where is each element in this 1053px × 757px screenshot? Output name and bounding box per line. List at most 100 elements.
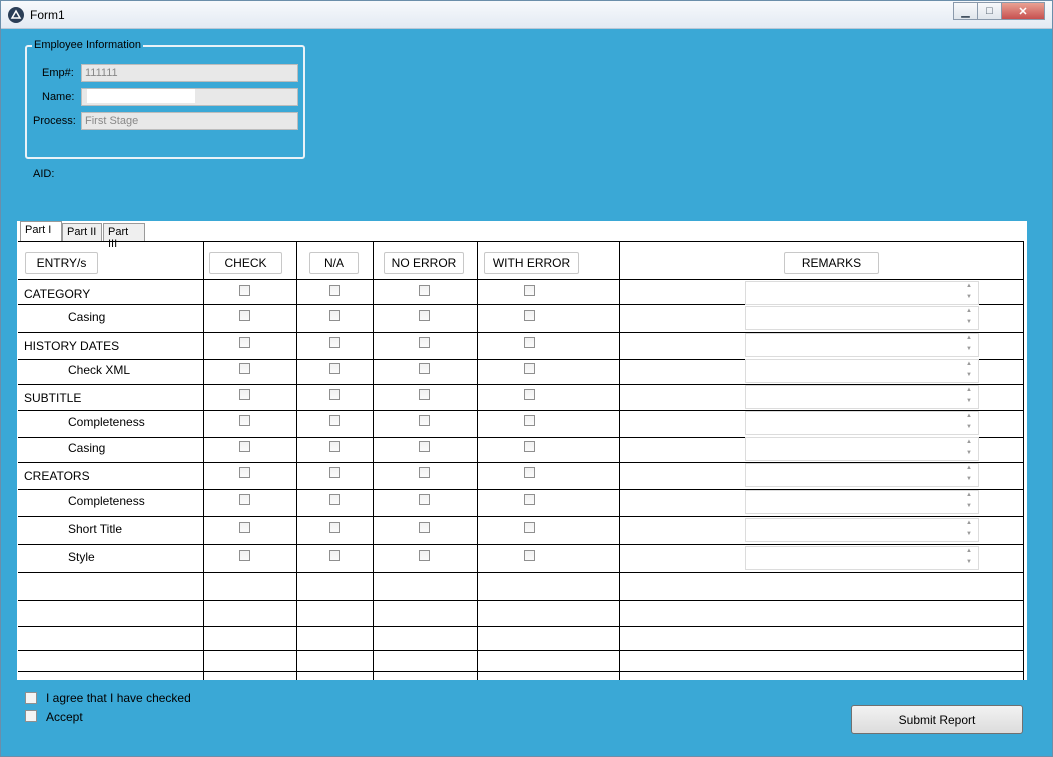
scroll-up-icon[interactable]: ▲ — [966, 520, 972, 526]
accept-checkbox[interactable] — [25, 710, 37, 722]
na-checkbox[interactable] — [329, 337, 340, 348]
scroll-up-icon[interactable]: ▲ — [966, 361, 972, 367]
scroll-up-icon[interactable]: ▲ — [966, 335, 972, 341]
tab-part-3[interactable]: Part III — [103, 223, 145, 250]
title-bar[interactable]: Form1 ▁ □ ✕ — [1, 1, 1052, 29]
check-checkbox[interactable] — [239, 389, 250, 400]
remarks-input[interactable]: ▲ ▼ — [745, 463, 979, 487]
with-error-checkbox[interactable] — [524, 550, 535, 561]
no-error-checkbox[interactable] — [419, 494, 430, 505]
remarks-scrollbar[interactable]: ▲ ▼ — [963, 307, 977, 329]
scroll-up-icon[interactable]: ▲ — [966, 465, 972, 471]
remarks-scrollbar[interactable]: ▲ ▼ — [963, 386, 977, 408]
check-checkbox[interactable] — [239, 310, 250, 321]
check-checkbox[interactable] — [239, 494, 250, 505]
scroll-down-icon[interactable]: ▼ — [966, 531, 972, 537]
no-error-checkbox[interactable] — [419, 337, 430, 348]
with-error-checkbox[interactable] — [524, 389, 535, 400]
na-checkbox[interactable] — [329, 550, 340, 561]
scroll-up-icon[interactable]: ▲ — [966, 548, 972, 554]
check-checkbox[interactable] — [239, 415, 250, 426]
remarks-input[interactable]: ▲ ▼ — [745, 518, 979, 542]
process-field[interactable]: First Stage — [81, 112, 298, 130]
scroll-up-icon[interactable]: ▲ — [966, 492, 972, 498]
remarks-input[interactable]: ▲ ▼ — [745, 437, 979, 461]
remarks-scrollbar[interactable]: ▲ ▼ — [963, 519, 977, 541]
scroll-up-icon[interactable]: ▲ — [966, 439, 972, 445]
no-error-checkbox[interactable] — [419, 550, 430, 561]
with-error-checkbox[interactable] — [524, 522, 535, 533]
tab-part-1[interactable]: Part I — [20, 221, 62, 241]
close-button[interactable]: ✕ — [1001, 2, 1045, 20]
maximize-button[interactable]: □ — [977, 2, 1002, 20]
remarks-input[interactable]: ▲ ▼ — [745, 490, 979, 514]
no-error-checkbox[interactable] — [419, 389, 430, 400]
scroll-up-icon[interactable]: ▲ — [966, 308, 972, 314]
check-checkbox[interactable] — [239, 522, 250, 533]
no-error-checkbox[interactable] — [419, 467, 430, 478]
na-checkbox[interactable] — [329, 494, 340, 505]
scroll-down-icon[interactable]: ▼ — [966, 398, 972, 404]
remarks-input[interactable]: ▲ ▼ — [745, 546, 979, 570]
na-checkbox[interactable] — [329, 467, 340, 478]
no-error-checkbox[interactable] — [419, 363, 430, 374]
remarks-input[interactable]: ▲ ▼ — [745, 385, 979, 409]
with-error-checkbox[interactable] — [524, 441, 535, 452]
na-checkbox[interactable] — [329, 285, 340, 296]
remarks-input[interactable]: ▲ ▼ — [745, 359, 979, 383]
na-checkbox[interactable] — [329, 522, 340, 533]
remarks-scrollbar[interactable]: ▲ ▼ — [963, 412, 977, 434]
with-error-checkbox[interactable] — [524, 415, 535, 426]
check-checkbox[interactable] — [239, 363, 250, 374]
na-checkbox[interactable] — [329, 389, 340, 400]
emp-field[interactable]: 111111 — [81, 64, 298, 82]
remarks-scrollbar[interactable]: ▲ ▼ — [963, 282, 977, 304]
with-error-checkbox[interactable] — [524, 494, 535, 505]
minimize-button[interactable]: ▁ — [953, 2, 978, 20]
check-checkbox[interactable] — [239, 441, 250, 452]
scroll-up-icon[interactable]: ▲ — [966, 413, 972, 419]
no-error-checkbox[interactable] — [419, 415, 430, 426]
check-checkbox[interactable] — [239, 337, 250, 348]
with-error-checkbox[interactable] — [524, 285, 535, 296]
scroll-down-icon[interactable]: ▼ — [966, 346, 972, 352]
with-error-checkbox[interactable] — [524, 363, 535, 374]
no-error-checkbox[interactable] — [419, 522, 430, 533]
remarks-scrollbar[interactable]: ▲ ▼ — [963, 438, 977, 460]
remarks-scrollbar[interactable]: ▲ ▼ — [963, 547, 977, 569]
na-checkbox[interactable] — [329, 441, 340, 452]
remarks-scrollbar[interactable]: ▲ ▼ — [963, 464, 977, 486]
no-error-checkbox[interactable] — [419, 441, 430, 452]
remarks-input[interactable]: ▲ ▼ — [745, 411, 979, 435]
with-error-checkbox[interactable] — [524, 337, 535, 348]
scroll-down-icon[interactable]: ▼ — [966, 424, 972, 430]
tab-part-2[interactable]: Part II — [62, 223, 102, 241]
scroll-down-icon[interactable]: ▼ — [966, 476, 972, 482]
na-checkbox[interactable] — [329, 363, 340, 374]
check-checkbox[interactable] — [239, 467, 250, 478]
scroll-down-icon[interactable]: ▼ — [966, 503, 972, 509]
remarks-input[interactable]: ▲ ▼ — [745, 281, 979, 305]
with-error-checkbox[interactable] — [524, 467, 535, 478]
na-checkbox[interactable] — [329, 415, 340, 426]
no-error-checkbox[interactable] — [419, 310, 430, 321]
scroll-down-icon[interactable]: ▼ — [966, 450, 972, 456]
remarks-scrollbar[interactable]: ▲ ▼ — [963, 360, 977, 382]
submit-report-button[interactable]: Submit Report — [851, 705, 1023, 734]
scroll-down-icon[interactable]: ▼ — [966, 319, 972, 325]
remarks-scrollbar[interactable]: ▲ ▼ — [963, 334, 977, 356]
check-checkbox[interactable] — [239, 285, 250, 296]
check-checkbox[interactable] — [239, 550, 250, 561]
scroll-up-icon[interactable]: ▲ — [966, 387, 972, 393]
na-checkbox[interactable] — [329, 310, 340, 321]
remarks-input[interactable]: ▲ ▼ — [745, 306, 979, 330]
remarks-input[interactable]: ▲ ▼ — [745, 333, 979, 357]
remarks-scrollbar[interactable]: ▲ ▼ — [963, 491, 977, 513]
no-error-checkbox[interactable] — [419, 285, 430, 296]
scroll-down-icon[interactable]: ▼ — [966, 372, 972, 378]
agree-checkbox[interactable] — [25, 692, 37, 704]
scroll-down-icon[interactable]: ▼ — [966, 559, 972, 565]
scroll-down-icon[interactable]: ▼ — [966, 294, 972, 300]
scroll-up-icon[interactable]: ▲ — [966, 283, 972, 289]
with-error-checkbox[interactable] — [524, 310, 535, 321]
